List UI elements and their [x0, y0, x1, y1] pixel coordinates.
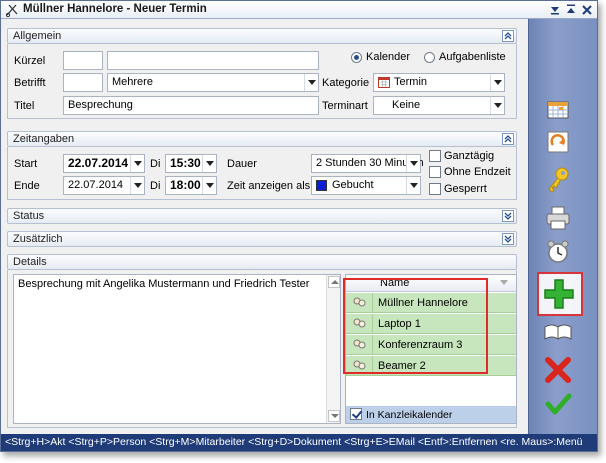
grid-footer: In Kanzleikalender	[346, 406, 516, 423]
ende-date-select[interactable]: 22.07.2014	[63, 176, 145, 195]
title-bar: Müllner Hannelore - Neuer Termin	[1, 1, 597, 19]
kuerzel-label: Kürzel	[14, 55, 46, 67]
chevron-down-icon[interactable]	[202, 155, 216, 172]
notes-scrollbar[interactable]	[326, 275, 340, 423]
window-title: Müllner Hannelore - Neuer Termin	[23, 3, 207, 15]
chevron-down-icon[interactable]	[490, 74, 504, 91]
betrifft-select[interactable]: Mehrere	[107, 73, 319, 92]
radio-kalender-label: Kalender	[366, 51, 411, 63]
start-day: Di	[150, 158, 161, 170]
start-date: 22.07.2014	[68, 156, 129, 170]
status-bar: <Strg+H>Akt <Strg+P>Person <Strg+M>Mitar…	[1, 434, 597, 451]
chevron-down-icon[interactable]	[304, 74, 318, 91]
chevron-down-icon[interactable]	[490, 97, 504, 114]
dauer-select[interactable]: 2 Stunden 30 Minuten	[311, 154, 424, 173]
ende-label: Ende	[14, 180, 40, 192]
scroll-down-icon[interactable]	[328, 410, 340, 422]
section-status-title: Status	[13, 210, 45, 222]
section-allgemein-header[interactable]: Allgemein	[7, 28, 517, 44]
terminart-select[interactable]: Keine	[373, 96, 505, 115]
anzeigen-select[interactable]: Gebucht	[311, 176, 421, 195]
radio-aufgabenliste[interactable]	[424, 52, 435, 63]
anzeigen-value: Gebucht	[332, 179, 374, 191]
section-zeitangaben-header[interactable]: Zeitangaben	[7, 131, 517, 147]
chevron-down-icon[interactable]	[202, 177, 216, 194]
titel-field[interactable]: Besprechung	[63, 96, 319, 115]
in-kanzleikalender-label: In Kanzleikalender	[366, 409, 453, 421]
kategorie-select[interactable]: Termin	[373, 73, 505, 92]
action-sidebar	[528, 19, 597, 434]
radio-kalender[interactable]	[351, 52, 362, 63]
start-time: 15:30	[170, 156, 201, 170]
betrifft-value: Mehrere	[112, 76, 153, 88]
section-zeitangaben-body: Start 22.07.2014 Di 15:30 Dauer 2 Stunde…	[7, 147, 517, 200]
kuerzel-field[interactable]	[63, 51, 103, 70]
sort-icon[interactable]	[500, 280, 508, 285]
status-color-swatch	[316, 180, 327, 191]
kategorie-value: Termin	[394, 76, 428, 88]
collapse-up-icon[interactable]	[502, 30, 514, 42]
highlight-box	[343, 278, 488, 374]
section-zusaetzlich-header[interactable]: Zusätzlich	[7, 231, 517, 247]
gesperrt-checkbox[interactable]	[429, 183, 441, 195]
terminart-value: Keine	[392, 99, 421, 111]
ende-day: Di	[150, 180, 161, 192]
section-zusaetzlich-title: Zusätzlich	[13, 233, 63, 245]
ganztaegig-label: Ganztägig	[444, 150, 495, 162]
refresh-icon[interactable]	[541, 125, 575, 159]
anzeigen-label: Zeit anzeigen als	[227, 180, 311, 192]
key-icon[interactable]	[541, 163, 575, 197]
checkmark-icon[interactable]	[541, 387, 575, 421]
terminart-label: Terminart	[322, 100, 368, 112]
chevron-down-icon[interactable]	[406, 177, 420, 194]
betrifft-label: Betrifft	[14, 77, 46, 89]
start-time-select[interactable]: 15:30	[165, 154, 217, 173]
scissors-icon	[5, 3, 19, 18]
start-label: Start	[14, 158, 38, 170]
section-zeitangaben-title: Zeitangaben	[13, 133, 75, 145]
ohne-endzeit-label: Ohne Endzeit	[444, 166, 511, 178]
section-details-header: Details	[7, 254, 517, 270]
chevron-down-icon[interactable]	[406, 155, 420, 172]
section-details-title: Details	[13, 256, 47, 268]
close-icon[interactable]	[581, 3, 593, 16]
gesperrt-label: Gesperrt	[444, 183, 487, 195]
ganztaegig-checkbox[interactable]	[429, 150, 441, 162]
expand-down-icon[interactable]	[502, 233, 514, 245]
appointment-window: Müllner Hannelore - Neuer Termin Allgeme…	[0, 0, 598, 452]
delete-icon[interactable]	[541, 353, 575, 387]
radio-aufgabenliste-label: Aufgabenliste	[439, 51, 506, 63]
scroll-up-icon[interactable]	[328, 276, 340, 288]
notes-text: Besprechung mit Angelika Mustermann und …	[18, 278, 310, 290]
calendar-icon	[378, 77, 390, 88]
ohne-endzeit-checkbox[interactable]	[429, 166, 441, 178]
section-allgemein-body: Kürzel Kalender Aufgabenliste Betrifft M…	[7, 44, 517, 119]
ende-date: 22.07.2014	[68, 179, 124, 191]
chevron-down-icon[interactable]	[130, 155, 144, 172]
alarm-clock-icon[interactable]	[541, 235, 575, 269]
printer-icon[interactable]	[541, 201, 575, 235]
in-kanzleikalender-checkbox[interactable]	[350, 408, 362, 420]
section-allgemein-title: Allgemein	[13, 30, 62, 42]
start-date-select[interactable]: 22.07.2014	[63, 154, 145, 173]
add-icon[interactable]	[542, 277, 576, 311]
collapse-up-icon[interactable]	[502, 133, 514, 145]
expand-down-icon[interactable]	[502, 210, 514, 222]
betrifft-code-field[interactable]	[63, 73, 103, 92]
calendar-grid-icon[interactable]	[541, 93, 575, 127]
dauer-label: Dauer	[227, 158, 257, 170]
notes-textarea[interactable]: Besprechung mit Angelika Mustermann und …	[13, 274, 341, 424]
kategorie-label: Kategorie	[322, 77, 370, 89]
ende-time-select[interactable]: 18:00	[165, 176, 217, 195]
dropdown-icon[interactable]	[549, 3, 561, 16]
pin-up-icon[interactable]	[565, 3, 577, 16]
section-status-header[interactable]: Status	[7, 208, 517, 224]
ende-time: 18:00	[170, 178, 201, 192]
titel-label: Titel	[14, 100, 35, 112]
form-area: Allgemein Kürzel Kalender Aufgabenliste …	[7, 21, 523, 433]
book-icon[interactable]	[541, 315, 575, 349]
kuerzel-name-field[interactable]	[107, 51, 319, 70]
chevron-down-icon[interactable]	[130, 177, 144, 194]
